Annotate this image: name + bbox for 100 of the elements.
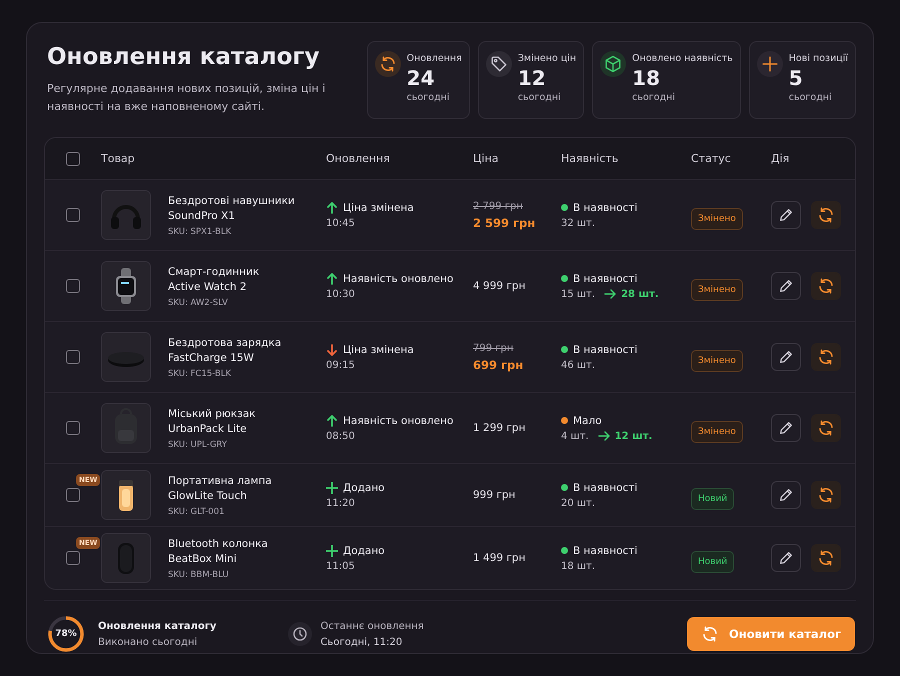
stat-value: 18 [632, 65, 661, 92]
edit-button[interactable] [771, 414, 801, 442]
refresh-icon [817, 486, 835, 504]
progress-title: Оновлення каталогу [98, 620, 216, 632]
stock-status: В наявності [573, 344, 638, 356]
update-time: 08:50 [326, 430, 356, 442]
stock-quantity: 18 шт. [561, 560, 596, 572]
row-checkbox[interactable] [66, 488, 80, 502]
pencil-icon [778, 550, 794, 566]
product-name: Смарт-годинник [168, 264, 260, 280]
stat-note: сьогодні [788, 92, 833, 103]
arrow-right-icon [598, 431, 610, 441]
product-name: Бездротова зарядка [168, 336, 282, 350]
stat-label: Оновлено наявність [632, 53, 733, 64]
last-update-label: Останнє оновлення [320, 620, 424, 632]
progress-percent: 78% [54, 628, 78, 641]
arrow-up-icon [326, 202, 338, 214]
refresh-icon [817, 348, 835, 366]
arrow-up-icon [326, 414, 338, 426]
clock-icon [292, 626, 308, 642]
update-time: 11:05 [326, 560, 356, 572]
refresh-button[interactable] [811, 544, 841, 572]
arrow-up-icon [326, 272, 338, 284]
pencil-icon [778, 349, 794, 365]
row-checkbox[interactable] [66, 208, 80, 222]
page-title: Оновлення каталогу [47, 44, 320, 70]
stock-quantity: 32 шт. [561, 218, 596, 228]
edit-button[interactable] [771, 481, 801, 509]
column-header: Наявність [561, 152, 620, 165]
price: 1 299 грн [473, 422, 526, 434]
stat-label: Нові позиції [788, 53, 848, 64]
row-checkbox[interactable] [66, 421, 80, 435]
pencil-icon [778, 207, 794, 223]
arrow-right-icon [604, 289, 616, 299]
status-tag: Змінено [691, 208, 743, 230]
page-subtitle: Регулярне додавання нових позицій, зміна цін і наявності на вже наповненому сайті. [47, 81, 326, 115]
stock-quantity: 4 шт. [561, 430, 589, 442]
product-name: Bluetooth колонка [168, 536, 268, 552]
edit-button[interactable] [771, 544, 801, 572]
refresh-button[interactable] [811, 414, 841, 442]
stat-value: 5 [788, 65, 804, 92]
product-model: BeatBox Mini [168, 552, 238, 566]
refresh-icon [378, 55, 397, 73]
stock-status: Мало [573, 414, 602, 426]
refresh-button[interactable] [811, 343, 841, 371]
stock-quantity: 15 шт. [561, 288, 596, 300]
product-model: SoundPro X1 [168, 208, 236, 224]
status-tag: Новий [691, 550, 734, 572]
update-catalog-button[interactable]: Оновити каталог [686, 617, 855, 651]
product-sku: SKU: UPL-GRY [168, 440, 228, 450]
price: 999 грн [473, 489, 516, 501]
edit-button[interactable] [771, 272, 801, 300]
product-sku: SKU: AW2-SLV [168, 298, 229, 308]
stock-status: В наявності [573, 482, 638, 494]
row-checkbox[interactable] [66, 279, 80, 293]
refresh-icon [817, 549, 835, 567]
plus-icon [326, 482, 338, 494]
update-type: Ціна змінена [343, 202, 414, 214]
refresh-button[interactable] [811, 201, 841, 229]
refresh-icon [700, 625, 719, 643]
arrow-down-icon [326, 344, 338, 356]
column-header: Товар [101, 152, 136, 165]
last-update-time: Сьогодні, 11:20 [320, 636, 404, 648]
update-time: 10:45 [326, 218, 356, 228]
refresh-button[interactable] [811, 272, 841, 300]
row-checkbox[interactable] [66, 350, 80, 364]
update-type: Наявність оновлено [343, 272, 454, 284]
pencil-icon [778, 420, 794, 436]
product-model: FastCharge 15W [168, 350, 255, 366]
refresh-icon [817, 277, 835, 295]
product-sku: SKU: GLT-001 [168, 506, 226, 516]
edit-button[interactable] [771, 343, 801, 371]
plus-icon [760, 55, 779, 73]
cube-icon [604, 55, 622, 73]
old-price: 799 грн [473, 342, 514, 354]
stat-note: сьогодні [406, 92, 451, 103]
product-name: Портативна лампа [168, 474, 272, 488]
refresh-icon [817, 419, 835, 437]
row-checkbox[interactable] [66, 551, 80, 565]
update-type: Ціна змінена [343, 344, 414, 356]
new-quantity: 12 шт. [614, 430, 652, 442]
refresh-button[interactable] [811, 481, 841, 509]
product-model: GlowLite Touch [168, 488, 248, 504]
price: 2 599 грн [473, 216, 536, 230]
update-time: 09:15 [326, 360, 356, 370]
price: 1 499 грн [473, 552, 526, 564]
stat-note: сьогодні [518, 92, 562, 103]
stat-label: Оновлення [406, 53, 462, 64]
select-all-checkbox[interactable] [66, 152, 80, 166]
column-header: Дія [771, 152, 790, 165]
stock-status: В наявності [573, 202, 638, 214]
column-header: Ціна [473, 152, 500, 165]
update-type: Додано [343, 544, 385, 556]
status-tag: Змінено [691, 350, 743, 372]
new-quantity: 28 шт. [621, 288, 659, 300]
product-sku: SKU: SPX1-BLK [168, 226, 232, 236]
product-sku: SKU: BBM-BLU [168, 570, 230, 580]
column-header: Оновлення [326, 152, 391, 165]
edit-button[interactable] [771, 201, 801, 229]
product-name: Міський рюкзак [168, 406, 256, 422]
